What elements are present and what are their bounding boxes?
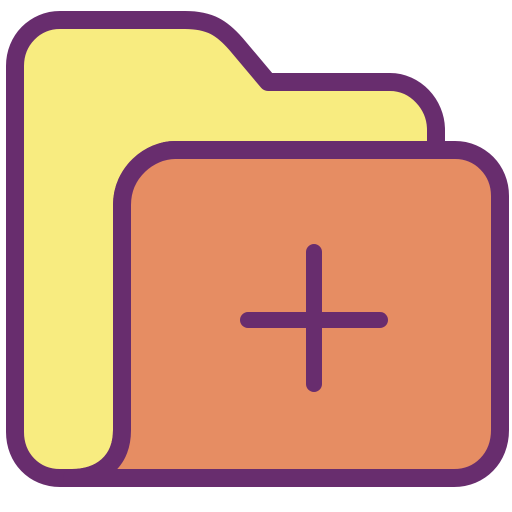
add-folder-icon [0,0,512,512]
add-folder-icon-graphic [6,11,509,487]
